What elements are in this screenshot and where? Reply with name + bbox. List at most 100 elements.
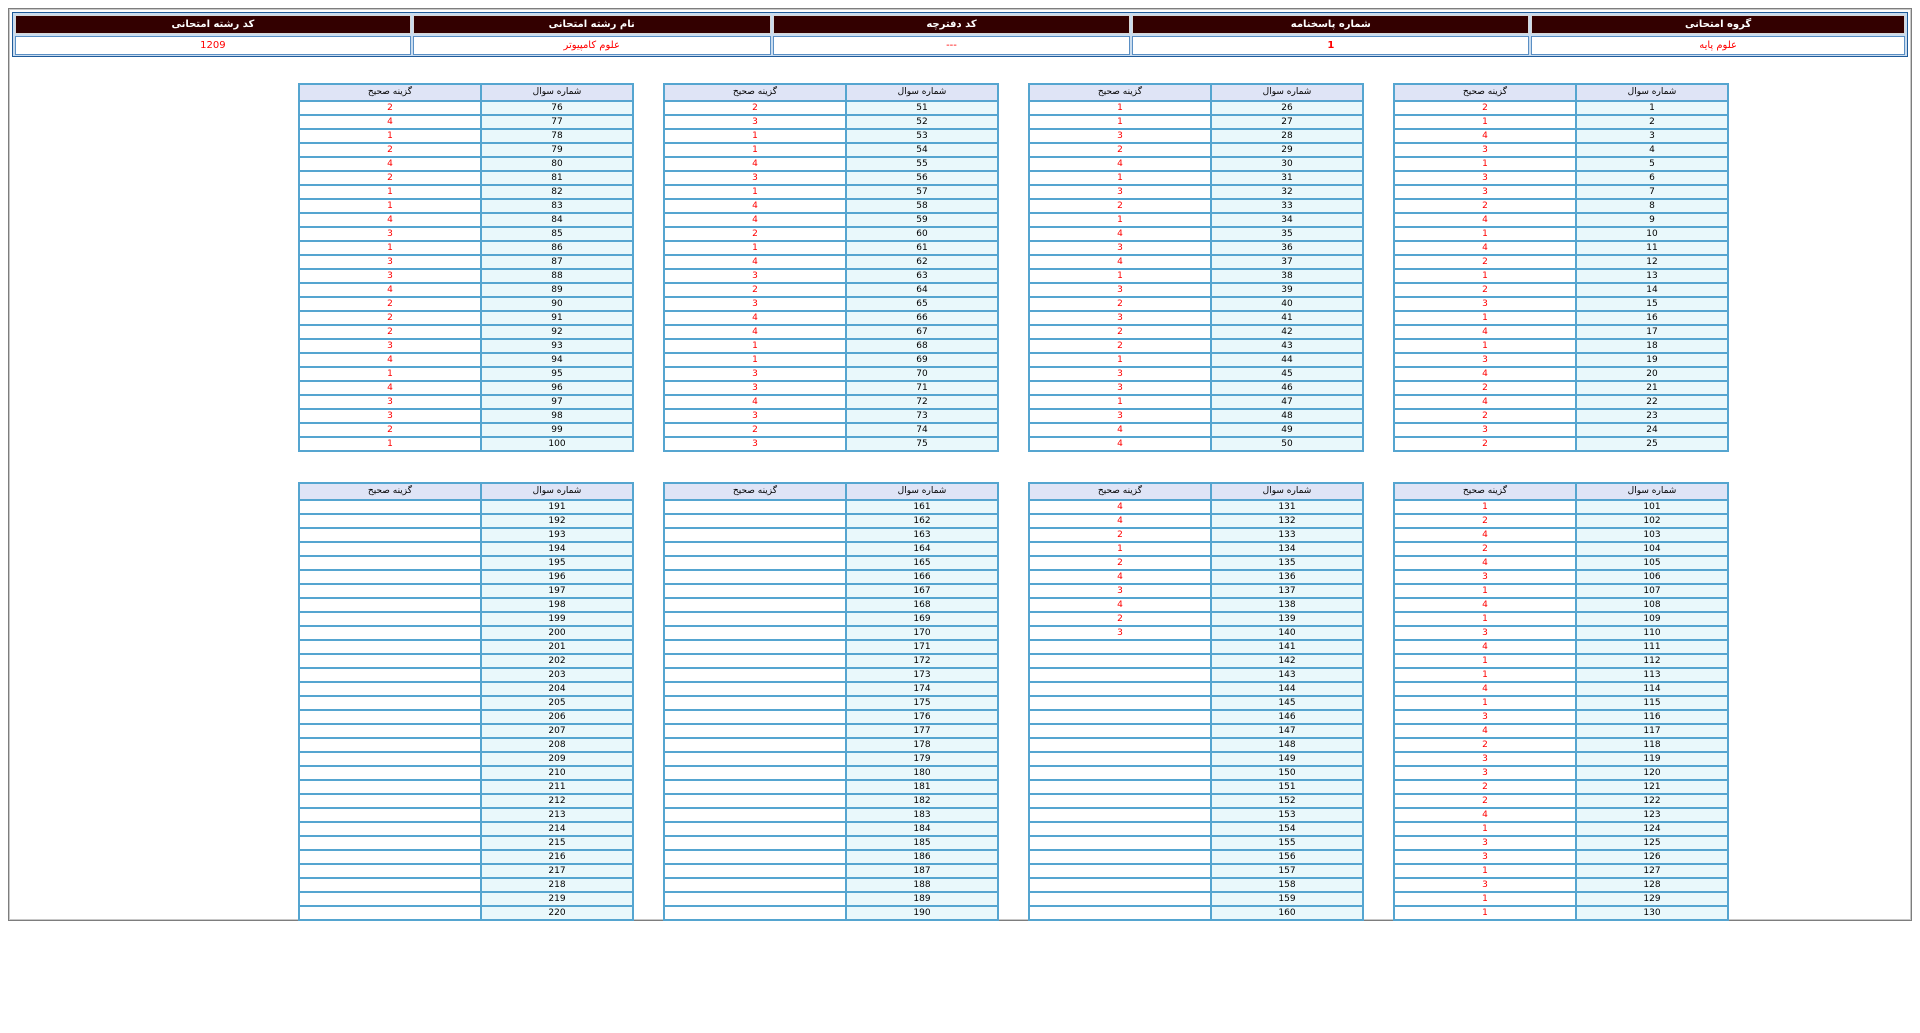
question-number-cell: 23 <box>1577 410 1727 424</box>
answer-row: 168 <box>665 340 997 354</box>
answer-row: 148 <box>1030 739 1362 753</box>
correct-option-cell: 3 <box>1030 186 1212 200</box>
question-number-cell: 12 <box>1577 256 1727 270</box>
answer-row: 183 <box>300 200 632 214</box>
question-number-cell: 39 <box>1212 284 1362 298</box>
question-number-cell: 186 <box>847 851 997 865</box>
question-number-cell: 67 <box>847 326 997 340</box>
correct-option-cell <box>1030 809 1212 823</box>
answer-row: 204 <box>300 683 632 697</box>
question-number-cell: 183 <box>847 809 997 823</box>
answer-row: 216 <box>300 851 632 865</box>
question-number-cell: 4 <box>1577 144 1727 158</box>
question-number-header: شماره سوال <box>482 85 632 102</box>
question-number-cell: 47 <box>1212 396 1362 410</box>
answer-row: 159 <box>1030 893 1362 907</box>
answer-row: 193 <box>300 529 632 543</box>
correct-option-cell: 1 <box>300 186 482 200</box>
question-number-cell: 203 <box>482 669 632 683</box>
question-number-cell: 77 <box>482 116 632 130</box>
answer-row: 157 <box>665 186 997 200</box>
answer-row: 163 <box>665 529 997 543</box>
question-number-cell: 63 <box>847 270 997 284</box>
correct-option-cell: 3 <box>665 382 847 396</box>
answer-sheet-number-label: شماره پاسخنامه <box>1132 15 1530 34</box>
question-number-cell: 218 <box>482 879 632 893</box>
answer-row: 158 <box>1030 879 1362 893</box>
correct-option-cell: 4 <box>1030 158 1212 172</box>
correct-option-cell: 4 <box>1030 256 1212 270</box>
question-number-cell: 65 <box>847 298 997 312</box>
correct-option-cell: 1 <box>1395 907 1577 919</box>
answer-row: 3 52 <box>665 116 997 130</box>
answer-row: 169 <box>665 613 997 627</box>
correct-option-cell: 3 <box>300 228 482 242</box>
correct-option-cell <box>665 711 847 725</box>
correct-option-cell: 3 <box>1395 627 1577 641</box>
correct-option-cell: 3 <box>1030 130 1212 144</box>
answer-row: 4 59 <box>665 214 997 228</box>
question-number-cell: 159 <box>1212 893 1362 907</box>
answer-row: 2 104 <box>1395 543 1727 557</box>
question-number-cell: 110 <box>1577 627 1727 641</box>
answer-row: 4 67 <box>665 326 997 340</box>
question-number-cell: 69 <box>847 354 997 368</box>
answer-row: 37 <box>1395 186 1727 200</box>
question-number-cell: 165 <box>847 557 997 571</box>
answer-row: 1 109 <box>1395 613 1727 627</box>
question-number-cell: 129 <box>1577 893 1727 907</box>
question-number-cell: 61 <box>847 242 997 256</box>
question-number-header: شماره سوال <box>847 484 997 501</box>
answer-row: 3 85 <box>300 228 632 242</box>
answer-row: 3 28 <box>1030 130 1362 144</box>
question-number-cell: 174 <box>847 683 997 697</box>
answer-row: 1 27 <box>1030 116 1362 130</box>
correct-option-cell: 2 <box>1395 102 1577 116</box>
answer-row: 3 73 <box>665 410 997 424</box>
question-number-cell: 57 <box>847 186 997 200</box>
correct-option-cell <box>665 613 847 627</box>
question-number-cell: 206 <box>482 711 632 725</box>
question-number-cell: 209 <box>482 753 632 767</box>
question-number-header: شماره سوال <box>1212 484 1362 501</box>
answer-row: 4 136 <box>1030 571 1362 585</box>
answer-row: 196 <box>300 571 632 585</box>
correct-option-cell: 4 <box>1395 683 1577 697</box>
question-number-header: شماره سوال <box>1577 85 1727 102</box>
question-number-cell: 82 <box>482 186 632 200</box>
exam-info-value-row: علوم پایه 1 --- علوم کامپیوتر 1209 <box>14 36 1905 55</box>
question-number-cell: 20 <box>1577 368 1727 382</box>
question-number-cell: 157 <box>1212 865 1362 879</box>
correct-option-cell <box>1030 739 1212 753</box>
question-number-cell: 44 <box>1212 354 1362 368</box>
question-number-cell: 90 <box>482 298 632 312</box>
answer-row: 214 <box>1395 284 1727 298</box>
correct-option-cell: 3 <box>1030 627 1212 641</box>
question-number-cell: 199 <box>482 613 632 627</box>
question-number-cell: 107 <box>1577 585 1727 599</box>
answer-row: 2 79 <box>300 144 632 158</box>
question-number-cell: 49 <box>1212 424 1362 438</box>
correct-option-cell: 1 <box>300 200 482 214</box>
question-number-cell: 51 <box>847 102 997 116</box>
correct-option-cell: 3 <box>300 340 482 354</box>
answer-row: 4 11 <box>1395 242 1727 256</box>
answer-row: 3 56 <box>665 172 997 186</box>
question-number-cell: 37 <box>1212 256 1362 270</box>
question-number-cell: 187 <box>847 865 997 879</box>
correct-option-cell: 4 <box>1395 641 1577 655</box>
correct-option-cell <box>300 529 482 543</box>
question-number-cell: 149 <box>1212 753 1362 767</box>
question-number-cell: 150 <box>1212 767 1362 781</box>
answer-row: 201 <box>300 641 632 655</box>
answer-row: 4 50 <box>1030 438 1362 450</box>
answer-row: 1 115 <box>1395 697 1727 711</box>
correct-option-cell: 3 <box>300 410 482 424</box>
answer-row: 3 93 <box>300 340 632 354</box>
correct-option-cell: 3 <box>1395 711 1577 725</box>
question-number-cell: 213 <box>482 809 632 823</box>
correct-option-cell: 1 <box>1395 340 1577 354</box>
question-number-cell: 98 <box>482 410 632 424</box>
question-number-cell: 160 <box>1212 907 1362 919</box>
question-number-cell: 185 <box>847 837 997 851</box>
